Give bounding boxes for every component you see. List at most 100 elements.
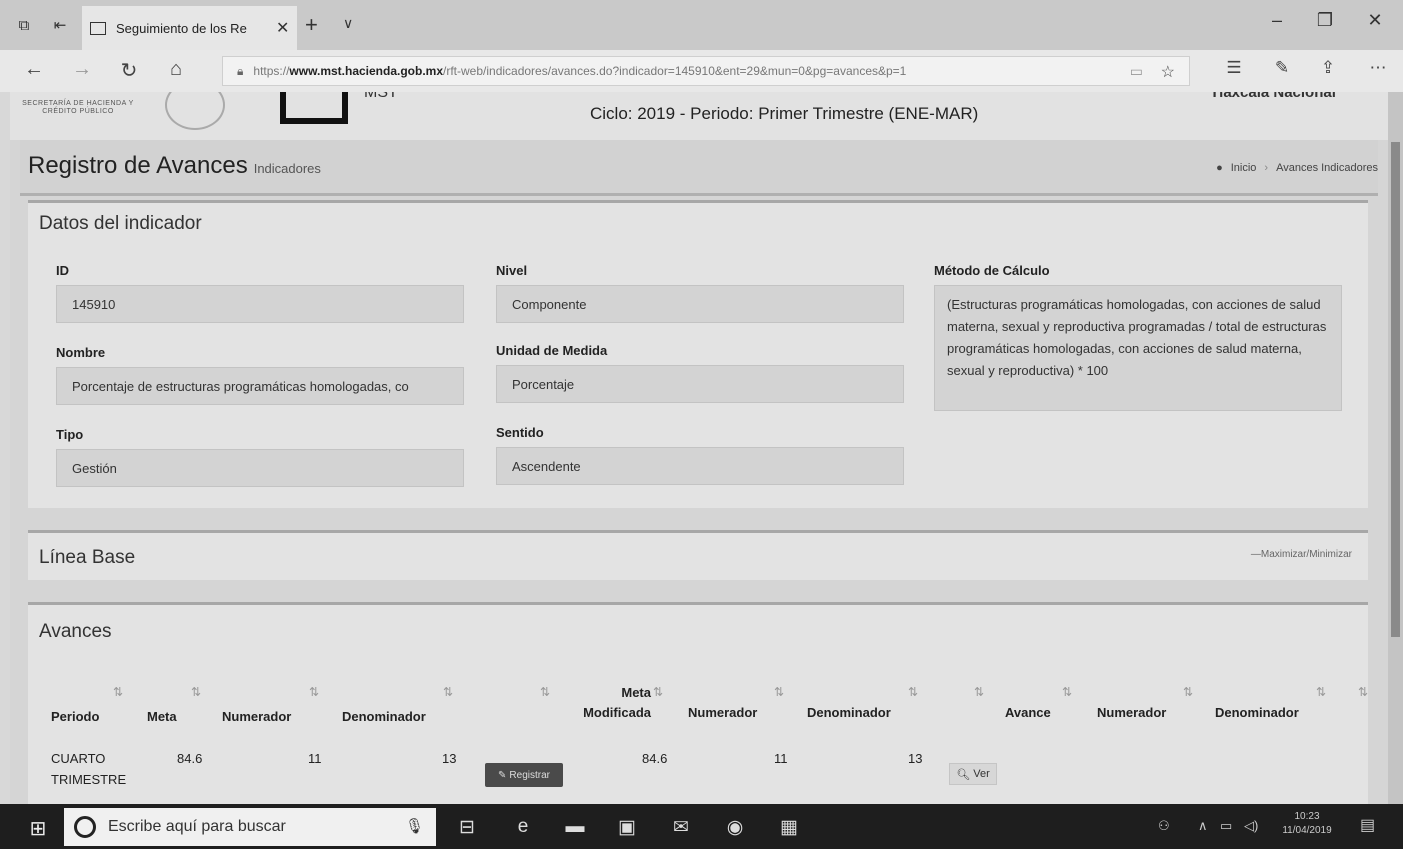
tray-chevron-icon[interactable]: ∧ [1198, 818, 1208, 834]
page-subtitle: Indicadores [253, 161, 321, 176]
microphone-icon[interactable]: 🎙︎ [405, 817, 424, 835]
sort-icon[interactable]: ⇅ [309, 685, 319, 699]
notifications-icon[interactable]: ▤ [1360, 815, 1375, 835]
edge-icon[interactable]: e [508, 816, 538, 838]
col-meta-modificada[interactable]: Meta Modificada [571, 683, 651, 723]
id-field: 145910 [56, 285, 464, 323]
sort-icon[interactable]: ⇅ [1358, 685, 1368, 699]
maximize-toggle[interactable]: —Maximizar/Minimizar [1251, 549, 1352, 560]
linea-base-box: Línea Base —Maximizar/Minimizar [28, 530, 1368, 580]
chevron-down-icon[interactable]: ∨ [343, 15, 353, 32]
col-numerador-av[interactable]: Numerador [1097, 703, 1166, 723]
registrar-button[interactable]: ✎ Registrar [485, 763, 563, 787]
sort-icon[interactable]: ⇅ [443, 685, 453, 699]
breadcrumb: ● Inicio › Avances Indicadores [1216, 162, 1378, 174]
network-icon[interactable]: ▭ [1220, 818, 1232, 834]
nivel-label: Nivel [496, 263, 528, 278]
plus-icon[interactable]: + [305, 12, 318, 38]
nivel-field: Componente [496, 285, 904, 323]
home-icon[interactable]: ⌂ [164, 58, 188, 81]
sort-icon[interactable]: ⇅ [1183, 685, 1193, 699]
indicator-title: Datos del indicador [39, 213, 202, 234]
cell-denominador-mod: 13 [908, 751, 923, 766]
col-numerador[interactable]: Numerador [222, 707, 291, 727]
cell-meta-modificada: 84.6 [642, 751, 668, 766]
task-view-icon[interactable]: ⊟ [452, 816, 482, 839]
pen-icon[interactable]: ✎ [1270, 58, 1294, 78]
tab-preview-icon[interactable]: ⇤ [50, 16, 70, 36]
nombre-field: Porcentaje de estructuras programáticas … [56, 367, 464, 405]
restore-icon[interactable]: ❐ [1310, 10, 1340, 31]
share-icon[interactable]: ⇪ [1316, 58, 1340, 78]
volume-icon[interactable]: ◁) [1244, 818, 1258, 834]
page-icon [90, 21, 106, 35]
sort-icon[interactable]: ⇅ [113, 685, 123, 699]
col-numerador-mod[interactable]: Numerador [688, 703, 757, 723]
col-meta[interactable]: Meta [147, 707, 177, 727]
metodo-label: Método de Cálculo [934, 263, 1050, 278]
more-icon[interactable]: ⋯ [1366, 58, 1390, 78]
browser-tab[interactable]: Seguimiento de los Re ✕ [82, 6, 297, 50]
seal-logo [165, 92, 225, 130]
tipo-field: Gestión [56, 449, 464, 487]
cell-numerador-mod: 11 [774, 751, 788, 766]
people-icon[interactable]: ⚇ [1158, 818, 1170, 834]
user-name[interactable]: Tlaxcala Nacional [1210, 92, 1336, 101]
sort-icon[interactable]: ⇅ [774, 685, 784, 699]
col-denominador[interactable]: Denominador [342, 707, 426, 727]
pencil-icon: ✎ [498, 769, 507, 781]
sort-icon[interactable]: ⇅ [974, 685, 984, 699]
sort-icon[interactable]: ⇅ [540, 685, 550, 699]
avances-title: Avances [39, 621, 112, 642]
cell-periodo: CUARTO TRIMESTRE [51, 751, 127, 787]
web-page: SECRETARÍA DE HACIENDA Y CRÉDITO PÚBLICO… [10, 92, 1388, 804]
reading-view-icon[interactable]: ▭ [1130, 63, 1143, 80]
file-explorer-icon[interactable]: ▬ [560, 816, 590, 838]
metodo-field: (Estructuras programáticas homologadas, … [934, 285, 1342, 411]
avances-box: Avances ⇅ ⇅ ⇅ ⇅ ⇅ ⇅ ⇅ ⇅ ⇅ ⇅ ⇅ ⇅ ⇅ Period… [28, 602, 1368, 804]
cell-numerador: 11 [308, 751, 322, 766]
col-avance[interactable]: Avance [1005, 703, 1051, 723]
sort-icon[interactable]: ⇅ [1062, 685, 1072, 699]
favorites-hub-icon[interactable]: ☰ [1222, 58, 1246, 78]
taskbar-search[interactable]: Escribe aquí para buscar 🎙︎ [64, 808, 436, 846]
sort-icon[interactable]: ⇅ [1316, 685, 1326, 699]
page-scrollbar[interactable] [1388, 92, 1403, 804]
minimize-icon[interactable]: – [1262, 10, 1292, 31]
ver-button[interactable]: 🔍︎ Ver [949, 763, 997, 785]
favorite-icon[interactable]: ☆ [1161, 62, 1175, 82]
windows-taskbar: ⊞ Escribe aquí para buscar 🎙︎ ⊟ e ▬ ▣ ✉ … [0, 804, 1403, 849]
sort-icon[interactable]: ⇅ [653, 685, 663, 699]
col-denominador-mod[interactable]: Denominador [807, 703, 891, 723]
scrollbar-thumb[interactable] [1391, 142, 1400, 637]
refresh-icon[interactable]: ↻ [117, 58, 141, 83]
col-denominador-av[interactable]: Denominador [1215, 703, 1299, 723]
close-window-icon[interactable]: ✕ [1360, 10, 1390, 31]
minus-icon: — [1250, 549, 1261, 560]
brand-label: MST [364, 92, 398, 101]
page-title: Registro de Avances Indicadores [28, 152, 321, 179]
unidad-label: Unidad de Medida [496, 343, 608, 358]
url-text: https://www.mst.hacienda.gob.mx/rft-web/… [253, 64, 907, 78]
chrome-icon[interactable]: ◉ [720, 816, 750, 839]
dashboard-icon: ● [1216, 162, 1223, 174]
sort-icon[interactable]: ⇅ [908, 685, 918, 699]
sort-icon[interactable]: ⇅ [191, 685, 201, 699]
mst-logo [280, 92, 348, 124]
system-clock[interactable]: 10:23 11/04/2019 [1272, 810, 1342, 838]
linea-base-title: Línea Base [39, 547, 136, 568]
search-placeholder: Escribe aquí para buscar [108, 818, 286, 835]
store-icon[interactable]: ▣ [612, 816, 642, 839]
mail-icon[interactable]: ✉ [666, 816, 696, 839]
forward-icon[interactable]: → [70, 58, 94, 81]
back-icon[interactable]: ← [22, 58, 46, 81]
excel-icon[interactable]: ▦ [774, 816, 804, 839]
windows-start-icon[interactable]: ⊞ [16, 816, 60, 841]
url-field[interactable]: 🔒︎ https://www.mst.hacienda.gob.mx/rft-w… [222, 56, 1190, 86]
col-periodo[interactable]: Periodo [51, 707, 99, 727]
close-icon[interactable]: ✕ [276, 18, 289, 38]
cell-denominador: 13 [442, 751, 457, 766]
breadcrumb-home[interactable]: Inicio [1231, 162, 1257, 174]
lock-icon: 🔒︎ [237, 63, 244, 78]
tab-set-aside-icon[interactable]: ⧉ [14, 16, 34, 36]
